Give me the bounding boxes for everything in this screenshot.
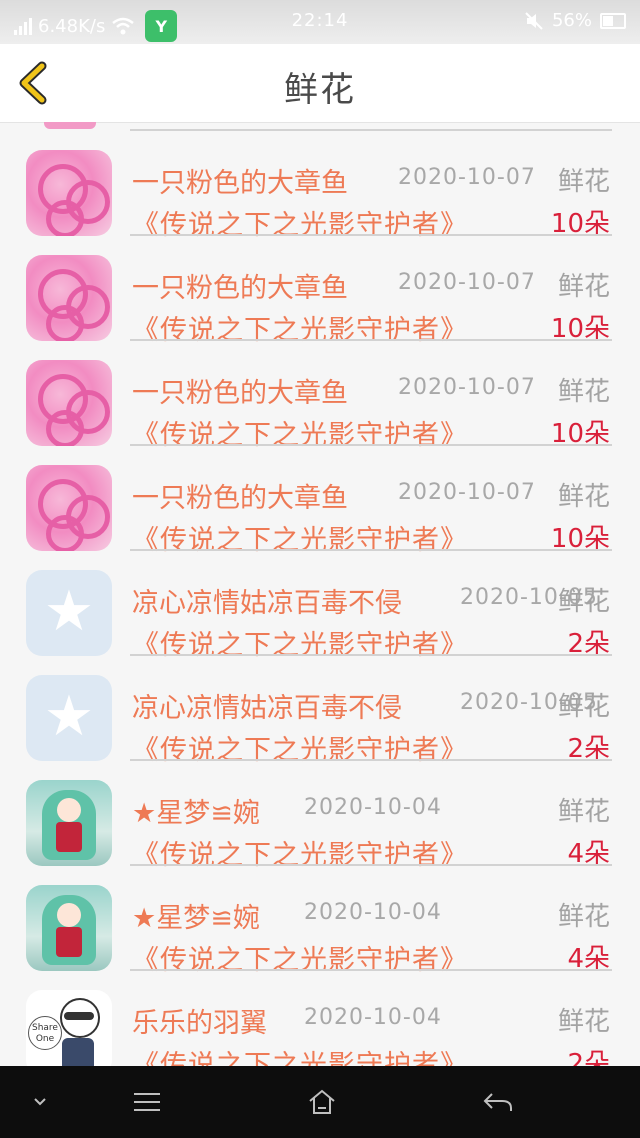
list-item[interactable]: ★ 凉心凉情姑凉百毒不侵 2020-10-05 鲜花 《传说之下之光影守护者》 … <box>0 656 640 766</box>
list-item[interactable]: 一只粉色的大章鱼 2020-10-07 鲜花 《传说之下之光影守护者》 10朵 <box>0 341 640 451</box>
gift-type: 鲜花 <box>557 167 610 197</box>
gift-date: 2020-10-07 <box>398 480 536 505</box>
gift-date: 2020-10-04 <box>304 900 442 925</box>
gift-type: 鲜花 <box>557 902 610 932</box>
list-item[interactable]: 一只粉色的大章鱼 2020-10-07 鲜花 《传说之下之光影守护者》 10朵 <box>0 131 640 241</box>
hide-nav-button[interactable] <box>0 1066 80 1138</box>
status-right: 56% <box>524 10 626 31</box>
sender-name[interactable]: 一只粉色的大章鱼 <box>132 371 348 410</box>
avatar[interactable] <box>26 150 112 236</box>
list-item[interactable]: 一只粉色的大章鱼 2020-10-07 鲜花 《传说之下之光影守护者》 10朵 <box>0 446 640 556</box>
chevron-down-icon <box>34 1098 46 1106</box>
gift-type: 鲜花 <box>557 482 610 512</box>
home-icon <box>309 1089 335 1114</box>
list-item[interactable]: Share One 乐乐的羽翼 2020-10-04 鲜花 《传说之下之光影守护… <box>0 971 640 1066</box>
gift-type: 鲜花 <box>557 1007 610 1037</box>
gift-type: 鲜花 <box>557 692 610 722</box>
gift-type: 鲜花 <box>557 377 610 407</box>
gift-date: 2020-10-07 <box>398 270 536 295</box>
sender-name[interactable]: 一只粉色的大章鱼 <box>132 266 348 305</box>
avatar[interactable]: Share One <box>26 990 112 1066</box>
sender-name[interactable]: ★星梦≌婉 <box>132 896 260 935</box>
battery-level: 56% <box>551 10 592 31</box>
menu-icon <box>134 1093 160 1111</box>
sender-name[interactable]: 一只粉色的大章鱼 <box>132 476 348 515</box>
sender-name[interactable]: 乐乐的羽翼 <box>132 1001 267 1040</box>
gift-date: 2020-10-04 <box>304 795 442 820</box>
avatar[interactable] <box>26 360 112 446</box>
gift-date: 2020-10-07 <box>398 375 536 400</box>
battery-icon <box>600 12 626 29</box>
avatar[interactable] <box>26 255 112 341</box>
avatar[interactable] <box>26 885 112 971</box>
qq-star-icon: ★ <box>43 579 95 644</box>
avatar <box>44 122 96 129</box>
list-item-partial <box>0 122 640 131</box>
avatar[interactable] <box>26 780 112 866</box>
mute-icon <box>525 11 543 30</box>
book-title[interactable]: 《传说之下之光影守护者》 <box>132 1043 468 1066</box>
list-item[interactable]: ★星梦≌婉 2020-10-04 鲜花 《传说之下之光影守护者》 4朵 <box>0 761 640 871</box>
sender-name[interactable]: 凉心凉情姑凉百毒不侵 <box>132 581 402 620</box>
page-title: 鲜花 <box>284 70 356 110</box>
back-nav-button[interactable] <box>458 1066 538 1138</box>
avatar[interactable]: ★ <box>26 570 112 656</box>
list-item[interactable]: 一只粉色的大章鱼 2020-10-07 鲜花 《传说之下之光影守护者》 10朵 <box>0 236 640 346</box>
header: 鲜花 <box>0 44 640 123</box>
avatar[interactable] <box>26 465 112 551</box>
avatar[interactable]: ★ <box>26 675 112 761</box>
sender-name[interactable]: 一只粉色的大章鱼 <box>132 161 348 200</box>
gift-type: 鲜花 <box>557 587 610 617</box>
list-item[interactable]: ★ 凉心凉情姑凉百毒不侵 2020-10-05 鲜花 《传说之下之光影守护者》 … <box>0 551 640 661</box>
back-arrow-icon <box>483 1093 512 1111</box>
system-nav-bar <box>0 1066 640 1138</box>
flower-record-list[interactable]: 一只粉色的大章鱼 2020-10-07 鲜花 《传说之下之光影守护者》 10朵 … <box>0 122 640 1066</box>
gift-count: 2朵 <box>567 1049 610 1066</box>
home-button[interactable] <box>282 1066 362 1138</box>
avatar-caption: Share One <box>28 1016 62 1050</box>
gift-date: 2020-10-07 <box>398 165 536 190</box>
sender-name[interactable]: ★星梦≌婉 <box>132 791 260 830</box>
sender-name[interactable]: 凉心凉情姑凉百毒不侵 <box>132 686 402 725</box>
status-bar: 6.48K/s Y 22:14 56% <box>0 0 640 44</box>
gift-type: 鲜花 <box>557 272 610 302</box>
gift-date: 2020-10-04 <box>304 1005 442 1030</box>
gift-type: 鲜花 <box>557 797 610 827</box>
menu-button[interactable] <box>107 1066 187 1138</box>
list-item[interactable]: ★星梦≌婉 2020-10-04 鲜花 《传说之下之光影守护者》 4朵 <box>0 866 640 976</box>
qq-star-icon: ★ <box>43 684 95 749</box>
